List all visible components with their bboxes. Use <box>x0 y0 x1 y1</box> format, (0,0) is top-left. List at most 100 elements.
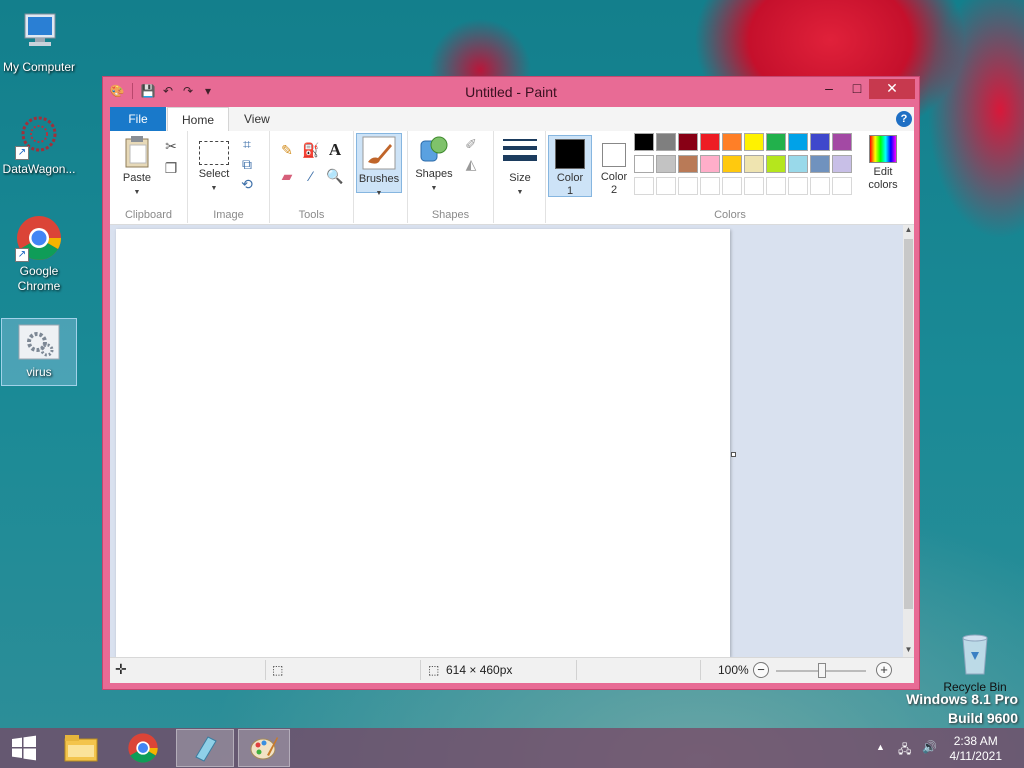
scrollbar-thumb[interactable] <box>904 239 913 609</box>
volume-icon[interactable]: 🔊 <box>922 740 937 754</box>
ribbon-tabs: File Home View ? <box>110 107 914 131</box>
show-hidden-icons[interactable]: ▲ <box>876 742 885 752</box>
group-label: Colors <box>714 209 746 221</box>
paste-button[interactable]: Paste ▼ <box>116 135 158 199</box>
zoom-in-button[interactable]: + <box>876 662 892 678</box>
palette-swatch[interactable] <box>766 133 786 151</box>
custom-color-slot[interactable] <box>722 177 742 195</box>
custom-color-slot[interactable] <box>678 177 698 195</box>
palette-swatch[interactable] <box>766 155 786 173</box>
desktop-icon-google-chrome[interactable]: ↗ Google Chrome <box>1 214 77 294</box>
palette-swatch[interactable] <box>722 133 742 151</box>
resize-icon[interactable]: ⧉ <box>238 155 256 173</box>
custom-color-slot[interactable] <box>766 177 786 195</box>
taskbar-app-notes[interactable] <box>176 729 234 767</box>
custom-color-slot[interactable] <box>810 177 830 195</box>
custom-color-slot[interactable] <box>634 177 654 195</box>
custom-color-slot[interactable] <box>832 177 852 195</box>
palette-swatch[interactable] <box>810 155 830 173</box>
palette-swatch[interactable] <box>656 133 676 151</box>
tab-view[interactable]: View <box>230 107 284 131</box>
minimize-button[interactable]: – <box>815 79 843 99</box>
start-button[interactable] <box>0 729 48 767</box>
pencil-icon[interactable]: ✎ <box>278 141 296 159</box>
palette-swatch[interactable] <box>656 155 676 173</box>
palette-swatch[interactable] <box>744 155 764 173</box>
palette-swatch[interactable] <box>788 133 808 151</box>
tab-home[interactable]: Home <box>167 107 230 131</box>
fill-bucket-icon[interactable]: ⛽ <box>302 141 320 159</box>
taskbar-chrome[interactable] <box>114 729 172 767</box>
chevron-down-icon: ▼ <box>430 185 438 192</box>
chrome-icon: ↗ <box>15 214 63 262</box>
maximize-button[interactable]: □ <box>843 79 871 99</box>
palette-swatch[interactable] <box>832 155 852 173</box>
palette-swatch[interactable] <box>700 155 720 173</box>
edit-colors-button[interactable]: Edit colors <box>862 135 904 192</box>
settings-gear-icon <box>17 323 61 363</box>
zoom-out-button[interactable]: − <box>753 662 769 678</box>
desktop-icon-my-computer[interactable]: My Computer <box>1 10 77 75</box>
desktop-icon-virus[interactable]: virus <box>1 318 77 386</box>
desktop-icon-datawagon[interactable]: ↗ DataWagon... <box>1 112 77 177</box>
rotate-icon[interactable]: ⟲ <box>238 175 256 193</box>
outline-icon[interactable]: ✐ <box>462 135 480 153</box>
custom-color-slot[interactable] <box>744 177 764 195</box>
taskbar-paint[interactable] <box>238 729 290 767</box>
select-label: Select <box>198 168 230 180</box>
clock-date: 4/11/2021 <box>949 749 1003 763</box>
tools-group: ✎ ⛽ A ▰ ⁄ 🔍 Tools <box>270 131 354 223</box>
scroll-up-icon[interactable]: ▲ <box>903 225 914 237</box>
shapes-button[interactable]: Shapes ▼ <box>412 135 456 195</box>
select-button[interactable]: Select ▼ <box>194 135 234 195</box>
palette-swatch[interactable] <box>634 155 654 173</box>
vertical-scrollbar[interactable]: ▲ ▼ <box>903 225 914 657</box>
scroll-down-icon[interactable]: ▼ <box>903 645 914 657</box>
palette-swatch[interactable] <box>788 155 808 173</box>
palette-swatch[interactable] <box>634 133 654 151</box>
color-palette <box>634 133 858 199</box>
ribbon: Paste ▼ ✂ ❐ Clipboard Select ▼ ⌗ ⧉ ⟲ Ima… <box>110 131 914 225</box>
magnifier-icon[interactable]: 🔍 <box>326 167 344 185</box>
text-icon[interactable]: A <box>326 141 344 159</box>
palette-swatch[interactable] <box>744 133 764 151</box>
eraser-icon[interactable]: ▰ <box>278 167 296 185</box>
custom-color-slot[interactable] <box>700 177 720 195</box>
title-bar[interactable]: 🎨 💾 ↶ ↷ ▾ Untitled - Paint – □ ✕ <box>103 77 919 107</box>
custom-color-slot[interactable] <box>656 177 676 195</box>
zoom-slider-thumb[interactable] <box>818 663 826 678</box>
color2-label: Color <box>600 171 628 183</box>
palette-swatch[interactable] <box>832 133 852 151</box>
fill-icon[interactable]: ◭ <box>462 155 480 173</box>
taskbar-file-explorer[interactable] <box>52 729 110 767</box>
color-picker-icon[interactable]: ⁄ <box>302 167 320 185</box>
system-clock[interactable]: 2:38 AM 4/11/2021 <box>950 734 1003 764</box>
copy-icon[interactable]: ❐ <box>162 159 180 177</box>
paste-label: Paste <box>122 172 152 184</box>
windows-watermark: Windows 8.1 Pro Build 9600 <box>906 690 1018 728</box>
brushes-button[interactable]: Brushes ▼ <box>356 133 402 197</box>
window-title: Untitled - Paint <box>465 84 557 100</box>
image-group: Select ▼ ⌗ ⧉ ⟲ Image <box>188 131 270 223</box>
color2-button[interactable]: Color 2 <box>594 135 634 197</box>
palette-swatch[interactable] <box>810 133 830 151</box>
help-icon[interactable]: ? <box>896 111 912 127</box>
network-icon[interactable]: 🖧 <box>898 740 911 761</box>
palette-swatch[interactable] <box>722 155 742 173</box>
crop-icon[interactable]: ⌗ <box>238 135 256 153</box>
tab-file[interactable]: File <box>110 107 166 131</box>
palette-swatch[interactable] <box>678 155 698 173</box>
desktop-icon-recycle-bin[interactable]: Recycle Bin <box>937 630 1013 695</box>
close-button[interactable]: ✕ <box>869 79 915 99</box>
resize-handle-right[interactable] <box>731 452 736 457</box>
cut-icon[interactable]: ✂ <box>162 137 180 155</box>
color1-button[interactable]: Color 1 <box>548 135 592 197</box>
custom-color-slot[interactable] <box>788 177 808 195</box>
edit-colors-label: Edit <box>873 166 893 178</box>
palette-swatch[interactable] <box>678 133 698 151</box>
palette-swatch[interactable] <box>700 133 720 151</box>
desktop-icon-label: virus <box>26 365 52 379</box>
drawing-canvas[interactable] <box>116 229 730 657</box>
canvas-area <box>110 225 903 657</box>
size-button[interactable]: Size ▼ <box>500 135 540 199</box>
